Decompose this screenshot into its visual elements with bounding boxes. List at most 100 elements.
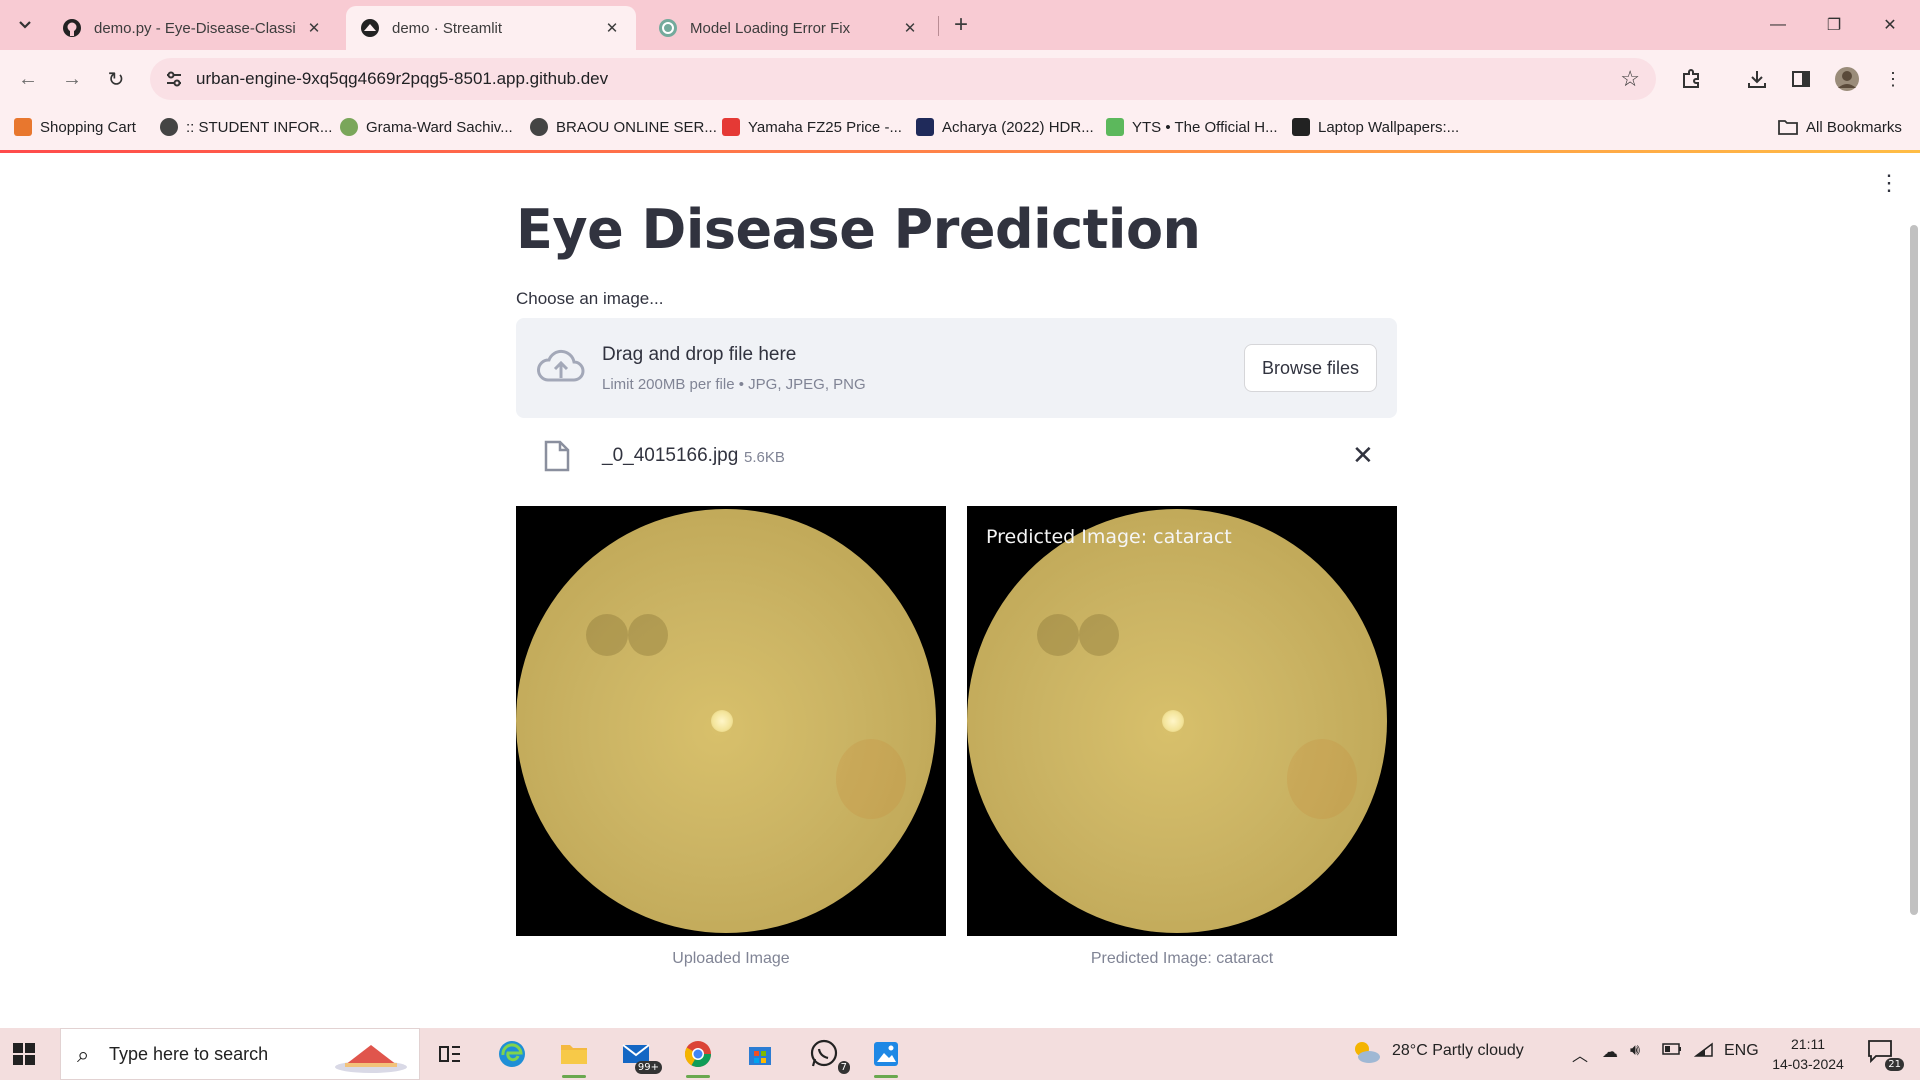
speaker-icon[interactable]: 🔊︎ — [1630, 1042, 1640, 1060]
weather-text[interactable]: 28°C Partly cloudy — [1392, 1042, 1524, 1060]
optic-disc — [1162, 710, 1184, 732]
tab-streamlit[interactable]: demo · Streamlit ✕ — [346, 6, 636, 50]
windows-taskbar: ⌕ Type here to search 99+ 7 28°C Partly … — [0, 1028, 1920, 1080]
tab-strip: demo.py - Eye-Disease-Classific ✕ demo ·… — [0, 0, 1920, 50]
forward-icon[interactable]: → — [54, 61, 90, 97]
main-menu-icon[interactable]: ⋮ — [1878, 170, 1900, 196]
tab-title: demo · Streamlit — [392, 19, 503, 37]
image-detail — [1079, 614, 1119, 656]
whatsapp-badge: 7 — [837, 1061, 850, 1074]
all-bookmarks-label: All Bookmarks — [1806, 118, 1902, 136]
notification-badge: 21 — [1885, 1058, 1904, 1071]
remove-file-icon[interactable]: ✕ — [1352, 440, 1374, 471]
microsoft-store-icon[interactable] — [740, 1036, 780, 1072]
search-highlight-icon — [335, 1045, 407, 1073]
browser-menu-icon[interactable]: ⋮ — [1878, 64, 1908, 94]
window-close-icon[interactable]: ✕ — [1862, 0, 1918, 50]
tab-separator — [938, 16, 939, 36]
bookmark-grama-ward[interactable]: Grama-Ward Sachiv... — [340, 118, 513, 136]
streamlit-icon — [360, 18, 380, 38]
address-bar[interactable]: urban-engine-9xq5qg4669r2pqg5-8501.app.g… — [150, 58, 1656, 100]
minimize-icon[interactable]: — — [1750, 0, 1806, 50]
cloud-upload-icon — [537, 349, 585, 382]
close-icon[interactable]: ✕ — [602, 19, 622, 37]
bookmark-label: BRAOU ONLINE SER... — [556, 118, 717, 136]
uploader-label: Choose an image... — [516, 289, 664, 308]
taskbar-search[interactable]: ⌕ Type here to search — [60, 1028, 420, 1080]
bookmark-label: Acharya (2022) HDR... — [942, 118, 1094, 136]
folder-icon — [1778, 120, 1798, 135]
tab-search-button[interactable] — [10, 10, 40, 40]
all-bookmarks-button[interactable]: All Bookmarks — [1778, 118, 1902, 136]
page-scrollbar[interactable] — [1910, 225, 1918, 915]
bookmark-label: Shopping Cart — [40, 118, 136, 136]
chevron-up-icon[interactable]: ︿ — [1572, 1042, 1588, 1066]
mail-icon[interactable]: 99+ — [616, 1036, 662, 1074]
reload-icon[interactable]: ↻ — [98, 61, 134, 97]
bookmark-icon — [340, 118, 358, 136]
file-explorer-icon[interactable] — [554, 1036, 594, 1078]
chatgpt-icon — [658, 18, 678, 38]
bookmark-icon — [916, 118, 934, 136]
mail-badge: 99+ — [634, 1061, 662, 1074]
globe-icon — [160, 118, 178, 136]
uploaded-image — [516, 506, 946, 936]
photos-icon[interactable] — [866, 1036, 906, 1078]
bookmark-braou[interactable]: BRAOU ONLINE SER... — [530, 118, 717, 136]
extensions-icon[interactable] — [1676, 64, 1706, 94]
bookmark-shopping-cart[interactable]: Shopping Cart — [14, 118, 136, 136]
globe-icon — [530, 118, 548, 136]
onedrive-icon[interactable]: ☁ — [1602, 1042, 1618, 1062]
bookmark-student-info[interactable]: :: STUDENT INFOR... — [160, 118, 332, 136]
file-size: 5.6KB — [744, 449, 785, 466]
edge-icon[interactable] — [492, 1036, 532, 1072]
back-icon[interactable]: ← — [10, 61, 46, 97]
windows-start-icon[interactable] — [12, 1042, 36, 1066]
bookmark-star-icon[interactable]: ☆ — [1620, 66, 1640, 92]
browse-files-button[interactable]: Browse files — [1244, 344, 1377, 392]
fundus-image — [516, 509, 936, 933]
clock[interactable]: 21:11 14-03-2024 — [1770, 1034, 1846, 1074]
bookmark-yts[interactable]: YTS • The Official H... — [1106, 118, 1278, 136]
side-panel-icon[interactable] — [1786, 64, 1816, 94]
tab-chatgpt[interactable]: Model Loading Error Fix ✕ — [644, 6, 934, 50]
tab-github[interactable]: demo.py - Eye-Disease-Classific ✕ — [48, 6, 338, 50]
profile-avatar[interactable] — [1832, 64, 1862, 94]
close-icon[interactable]: ✕ — [304, 19, 324, 37]
predicted-image: Predicted Image: cataract — [967, 506, 1397, 936]
restore-icon[interactable]: ❐ — [1806, 0, 1862, 50]
bookmark-label: Grama-Ward Sachiv... — [366, 118, 513, 136]
site-settings-icon[interactable] — [164, 69, 184, 89]
uploaded-file-row: _0_4015166.jpg 5.6KB ✕ — [516, 432, 1397, 482]
task-view-icon[interactable] — [430, 1036, 470, 1072]
bookmarks-bar: Shopping Cart :: STUDENT INFOR... Grama-… — [0, 108, 1920, 150]
wifi-icon[interactable] — [1693, 1042, 1714, 1063]
close-icon[interactable]: ✕ — [900, 19, 920, 37]
language-indicator[interactable]: ENG — [1724, 1042, 1759, 1060]
bookmark-label: Yamaha FZ25 Price -... — [748, 118, 902, 136]
download-icon[interactable] — [1742, 64, 1772, 94]
tab-title: Model Loading Error Fix — [690, 19, 851, 37]
bookmark-label: Laptop Wallpapers:... — [1318, 118, 1460, 136]
battery-icon[interactable] — [1662, 1042, 1682, 1061]
notification-icon[interactable]: 21 — [1866, 1038, 1904, 1071]
bookmark-acharya[interactable]: Acharya (2022) HDR... — [916, 118, 1094, 136]
file-dropzone[interactable]: Drag and drop file here Limit 200MB per … — [516, 318, 1397, 418]
dropzone-title: Drag and drop file here — [602, 344, 797, 365]
chrome-icon[interactable] — [678, 1036, 718, 1078]
chevron-down-icon — [19, 21, 31, 29]
search-icon: ⌕ — [77, 1042, 90, 1067]
image-detail — [586, 614, 628, 656]
bookmark-yamaha[interactable]: Yamaha FZ25 Price -... — [722, 118, 902, 136]
image-detail — [1037, 614, 1079, 656]
bookmark-laptop-wallpapers[interactable]: Laptop Wallpapers:... — [1292, 118, 1459, 136]
image-detail — [836, 739, 906, 819]
image-detail — [628, 614, 668, 656]
url-text[interactable]: urban-engine-9xq5qg4669r2pqg5-8501.app.g… — [196, 69, 608, 89]
whatsapp-icon[interactable]: 7 — [804, 1036, 850, 1074]
uploaded-image-caption: Uploaded Image — [672, 950, 790, 967]
fundus-image — [967, 509, 1387, 933]
new-tab-button[interactable]: + — [946, 10, 976, 40]
weather-icon[interactable] — [1350, 1038, 1382, 1071]
predicted-image-caption: Predicted Image: cataract — [1090, 950, 1274, 967]
